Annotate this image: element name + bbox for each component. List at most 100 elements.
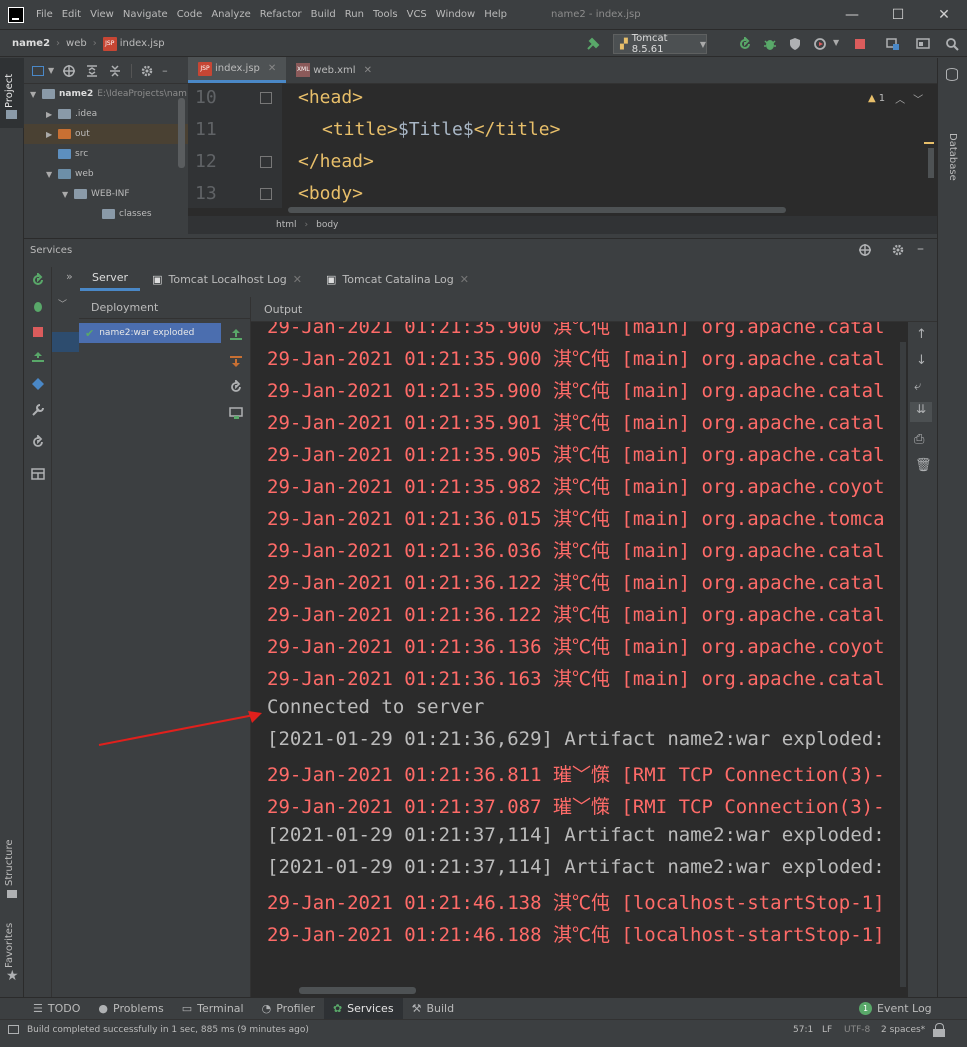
tab-index-jsp[interactable]: JSP index.jsp ✕ [188,57,287,83]
tree-row-web[interactable]: ▼ web [24,164,188,184]
code-line-11[interactable]: <title>$Title$</title> [322,119,560,140]
group-services-icon[interactable] [31,377,45,391]
close-window-button[interactable]: ✕ [921,0,967,30]
undeploy-icon[interactable] [229,354,243,368]
target-icon[interactable] [858,243,872,257]
project-view-icon[interactable] [32,65,44,76]
rerun-icon[interactable] [31,273,45,287]
output-h-scrollbar[interactable] [299,987,416,994]
tree-row-out[interactable]: ▶ out [24,124,188,144]
indent-setting[interactable]: 2 spaces* [881,1025,925,1035]
scroll-to-end-icon[interactable]: ⇊ [910,402,932,422]
expanded-arrow-icon[interactable]: ▼ [62,190,74,199]
intellij-logo-icon[interactable] [8,6,24,23]
toggle-tool-windows-icon[interactable] [8,1025,19,1034]
tree-row-idea[interactable]: ▶ .idea [24,104,188,124]
tab-web-xml[interactable]: XML web.xml ✕ [286,57,382,83]
collapsed-arrow-icon[interactable]: ▶ [46,110,58,119]
tree-row-web-inf[interactable]: ▼ WEB-INF [24,184,188,204]
debug-bug-icon[interactable] [763,37,777,51]
locate-target-icon[interactable] [62,64,76,78]
menu-code[interactable]: Code [177,9,203,20]
menu-navigate[interactable]: Navigate [123,9,168,20]
inspection-widget[interactable]: ▲ 1 ︿ ﹀ [868,91,923,106]
layout-icon[interactable] [31,467,45,481]
fold-icon[interactable] [260,188,272,200]
tab-server[interactable]: Server [80,267,141,291]
project-view-chevron-icon[interactable]: ▼ [48,66,54,75]
editor-h-scrollbar[interactable] [288,207,786,213]
stop-icon[interactable] [853,37,867,51]
close-tab-icon[interactable]: ✕ [460,273,469,286]
open-browser-icon[interactable] [229,406,243,420]
breadcrumb-html[interactable]: html [276,220,297,230]
collapsed-arrow-icon[interactable]: ▶ [46,130,58,139]
gear-icon[interactable] [891,243,905,257]
presentation-icon[interactable] [916,37,930,51]
output-v-scrollbar[interactable] [900,342,906,987]
tab-tomcat-localhost-log[interactable]: ▣ Tomcat Localhost Log ✕ [140,267,314,291]
menu-view[interactable]: View [90,9,114,20]
editor-v-scrollbar[interactable] [928,148,934,178]
favorites-tab-label[interactable]: Favorites [4,923,15,968]
tab-profiler[interactable]: ◔ Profiler [253,998,324,1020]
tab-terminal[interactable]: ▭ Terminal [173,998,253,1020]
file-encoding[interactable]: UTF-8 [844,1025,870,1035]
build-hammer-icon[interactable] [586,37,600,51]
project-tool-tab[interactable]: Project [0,58,24,128]
service-tree-selection[interactable] [52,332,79,352]
menu-file[interactable]: File [36,9,53,20]
soft-wrap-icon[interactable]: ⤶ [914,379,921,394]
database-icon[interactable] [946,68,958,81]
breadcrumb-body[interactable]: body [316,220,338,230]
tree-row-module[interactable]: ▼ name2 E:\IdeaProjects\nam [24,84,188,104]
close-tab-icon[interactable]: ✕ [268,63,276,74]
profiler-icon[interactable] [813,37,827,51]
minimize-button[interactable]: — [829,0,875,30]
run-configuration-dropdown[interactable]: ▞ Tomcat 8.5.61 ▼ [613,33,707,55]
tab-event-log[interactable]: 1 Event Log [850,998,941,1020]
breadcrumb-project[interactable]: name2 [12,38,50,49]
menu-build[interactable]: Build [311,9,336,20]
hide-panel-icon[interactable]: – [162,64,168,77]
fold-icon[interactable] [260,92,272,104]
deploy-icon[interactable] [229,328,243,342]
collapse-all-icon[interactable] [108,64,122,78]
rerun-icon[interactable] [738,37,752,51]
status-message[interactable]: Build completed successfully in 1 sec, 8… [27,1025,309,1035]
line-separator[interactable]: LF [822,1025,832,1035]
caret-position[interactable]: 57:1 [793,1025,813,1035]
collapse-chevron-icon[interactable]: ﹀ [58,297,67,310]
menu-refactor[interactable]: Refactor [260,9,302,20]
expand-services-icon[interactable]: » [66,270,73,283]
coverage-shield-icon[interactable] [788,37,802,51]
project-structure-icon[interactable] [886,37,900,51]
breadcrumb-file[interactable]: index.jsp [120,38,165,49]
settings-wrench-icon[interactable] [31,403,45,417]
update-refresh-icon[interactable] [229,380,243,394]
tab-todo[interactable]: ☰ TODO [24,998,89,1020]
expanded-arrow-icon[interactable]: ▼ [46,170,58,179]
warning-marker[interactable] [924,142,934,144]
previous-highlight-icon[interactable]: ︿ [895,91,905,106]
search-everywhere-icon[interactable] [945,37,959,51]
menu-edit[interactable]: Edit [62,9,81,20]
scroll-up-arrow-icon[interactable]: ↑ [916,327,927,342]
database-tab-label[interactable]: Database [947,133,958,181]
maximize-button[interactable]: ☐ [875,0,921,30]
deploy-arrows-icon[interactable] [31,351,45,365]
structure-tab-label[interactable]: Structure [4,839,15,886]
tree-row-src[interactable]: src [24,144,188,164]
hide-panel-icon[interactable]: – [917,241,924,257]
expand-all-icon[interactable] [85,64,99,78]
tree-row-classes[interactable]: classes [24,204,188,224]
gear-icon[interactable] [140,64,154,78]
code-line-12[interactable]: </head> [298,151,374,172]
expanded-arrow-icon[interactable]: ▼ [30,90,42,99]
menu-window[interactable]: Window [436,9,475,20]
code-line-10[interactable]: <head> [298,87,363,108]
tab-tomcat-catalina-log[interactable]: ▣ Tomcat Catalina Log ✕ [314,267,481,291]
breadcrumb-web[interactable]: web [66,38,87,49]
stop-icon[interactable] [31,325,45,339]
print-icon[interactable]: ⎙ [914,432,924,447]
